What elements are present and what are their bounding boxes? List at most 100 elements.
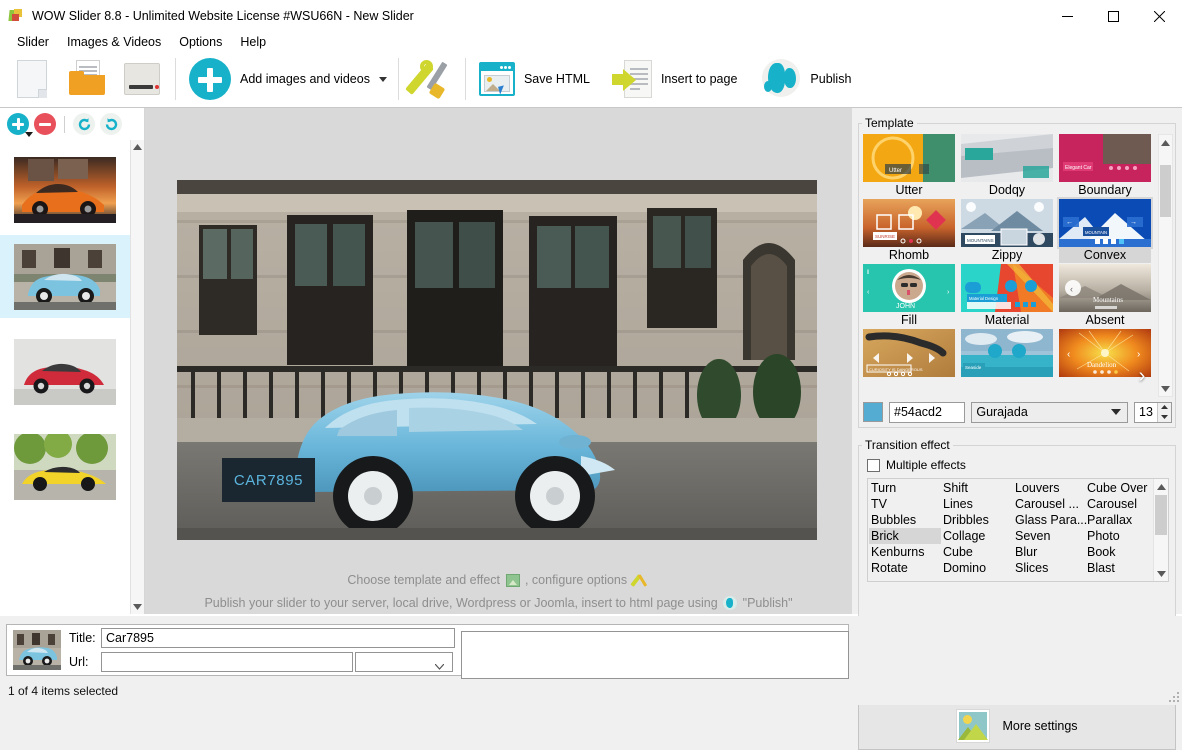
effects-list[interactable]: Turn TV Bubbles Brick Kenburns Rotate Sh… [867, 478, 1169, 582]
template-item-rhomb[interactable]: SUNRISE Rhomb [863, 199, 955, 263]
template-scrollbar[interactable] [1158, 134, 1173, 397]
effect-item[interactable]: Seven [1013, 528, 1085, 544]
slides-thumbnail-list[interactable] [0, 140, 130, 614]
more-settings-button[interactable]: More settings [858, 702, 1176, 750]
template-item-row4-2[interactable]: Seaside [961, 329, 1053, 377]
effect-item[interactable]: Slices [1013, 560, 1085, 576]
multiple-effects-row[interactable]: Multiple effects [867, 458, 1169, 472]
chevron-down-icon[interactable] [25, 132, 33, 137]
url-input[interactable] [101, 652, 353, 672]
template-item-convex[interactable]: ←→MOUNTAIN Convex [1059, 199, 1151, 263]
close-button[interactable] [1136, 0, 1182, 32]
effect-item[interactable]: TV [869, 496, 941, 512]
minimize-button[interactable] [1044, 0, 1090, 32]
menu-help[interactable]: Help [231, 34, 275, 50]
title-input[interactable]: Car7895 [101, 628, 455, 648]
add-slide-button[interactable] [7, 113, 29, 135]
template-item-zippy[interactable]: MOUNTAINS Zippy [961, 199, 1053, 263]
slide-thumbnail-blue-fiat [14, 244, 116, 310]
template-row: Utter Utter Dodqy [863, 134, 1155, 198]
effect-item[interactable]: Collage [941, 528, 1013, 544]
svg-text:MOUNTAIN: MOUNTAIN [1085, 230, 1107, 235]
effect-item[interactable]: Cube [941, 544, 1013, 560]
rotate-left-button[interactable] [73, 113, 95, 135]
color-hex-input[interactable]: #54acd2 [889, 402, 965, 423]
font-size-value[interactable]: 13 [1135, 405, 1157, 419]
insert-to-page-button[interactable]: Insert to page [606, 55, 743, 103]
save-slider-button[interactable] [114, 55, 170, 103]
stepper-up-icon[interactable] [1158, 403, 1171, 413]
scrollbar-thumb[interactable] [1160, 165, 1171, 217]
effect-item[interactable]: Carousel ... [1013, 496, 1085, 512]
resize-grip[interactable] [1167, 690, 1179, 702]
effect-item[interactable]: Shift [941, 480, 1013, 496]
template-item-material[interactable]: Material Design Material [961, 264, 1053, 328]
slide-preview-image[interactable]: CAR7895 [177, 180, 817, 540]
list-item[interactable] [0, 235, 130, 318]
font-family-select[interactable]: Gurajada [971, 402, 1128, 423]
template-group: Template Utter Utter [858, 116, 1176, 428]
chevron-down-icon[interactable] [379, 77, 387, 82]
effect-item-selected[interactable]: Brick [869, 528, 941, 544]
list-item[interactable] [0, 148, 130, 231]
template-list[interactable]: Utter Utter Dodqy [863, 134, 1155, 397]
effect-item[interactable]: Kenburns [869, 544, 941, 560]
effect-item[interactable]: Blur [1013, 544, 1085, 560]
template-item-row4-1[interactable]: CURIOSITY IS DANGEROUS [863, 329, 955, 377]
effect-item[interactable]: Blast [1085, 560, 1157, 576]
maximize-button[interactable] [1090, 0, 1136, 32]
rotate-right-button[interactable] [100, 113, 122, 135]
effect-item[interactable]: Parallax [1085, 512, 1157, 528]
new-slider-button[interactable] [6, 55, 58, 103]
tools-button[interactable] [404, 55, 460, 103]
scroll-up-icon[interactable] [131, 140, 144, 154]
effect-item[interactable]: Turn [869, 480, 941, 496]
list-item[interactable] [0, 425, 130, 508]
menu-slider[interactable]: Slider [8, 34, 58, 50]
template-item-boundary[interactable]: Elegant Car Boundary [1059, 134, 1151, 198]
url-target-select[interactable] [355, 652, 453, 672]
sidebar-separator [64, 116, 65, 133]
effect-item[interactable]: Lines [941, 496, 1013, 512]
open-slider-button[interactable] [58, 55, 114, 103]
effect-item[interactable]: Glass Para... [1013, 512, 1085, 528]
effect-item[interactable]: Louvers [1013, 480, 1085, 496]
effect-item[interactable]: Domino [941, 560, 1013, 576]
stepper-arrows[interactable] [1157, 403, 1171, 422]
template-item-dodqy[interactable]: Dodqy [961, 134, 1053, 198]
effect-item[interactable]: Carousel [1085, 496, 1157, 512]
effect-item[interactable]: Dribbles [941, 512, 1013, 528]
effect-item[interactable]: Bubbles [869, 512, 941, 528]
scroll-down-icon[interactable] [131, 600, 144, 614]
list-item[interactable] [0, 330, 130, 413]
template-next-icon[interactable]: › [1131, 361, 1153, 391]
save-html-button[interactable]: Save HTML [471, 55, 596, 103]
color-swatch[interactable] [863, 402, 883, 422]
scrollbar-thumb[interactable] [1155, 495, 1167, 535]
scroll-down-icon[interactable] [1159, 381, 1172, 396]
effect-item[interactable]: Book [1085, 544, 1157, 560]
publish-button[interactable]: Publish [753, 55, 857, 103]
effects-scrollbar[interactable] [1153, 479, 1168, 581]
scrollbar-track[interactable] [131, 154, 144, 600]
template-item-absent[interactable]: ‹Mountains Absent [1059, 264, 1151, 328]
globe-icon [723, 596, 737, 616]
sidebar-scrollbar[interactable] [130, 140, 144, 614]
description-input[interactable] [461, 631, 849, 679]
effect-item[interactable]: Photo [1085, 528, 1157, 544]
scroll-up-icon[interactable] [1159, 135, 1172, 150]
multiple-effects-checkbox[interactable] [867, 459, 880, 472]
template-item-utter[interactable]: Utter Utter [863, 134, 955, 198]
scroll-up-icon[interactable] [1154, 479, 1168, 494]
scroll-down-icon[interactable] [1154, 566, 1168, 581]
add-images-and-videos-button[interactable]: Add images and videos [181, 55, 393, 103]
remove-slide-button[interactable] [34, 113, 56, 135]
effect-item[interactable]: Rotate [869, 560, 941, 576]
menu-images-videos[interactable]: Images & Videos [58, 34, 170, 50]
font-size-stepper[interactable]: 13 [1134, 402, 1172, 423]
svg-text:CURIOSITY IS DANGEROUS: CURIOSITY IS DANGEROUS [869, 367, 923, 372]
stepper-down-icon[interactable] [1158, 412, 1171, 422]
menu-options[interactable]: Options [170, 34, 231, 50]
template-item-fill[interactable]: JOHN‖‹› Fill [863, 264, 955, 328]
effect-item[interactable]: Cube Over [1085, 480, 1157, 496]
